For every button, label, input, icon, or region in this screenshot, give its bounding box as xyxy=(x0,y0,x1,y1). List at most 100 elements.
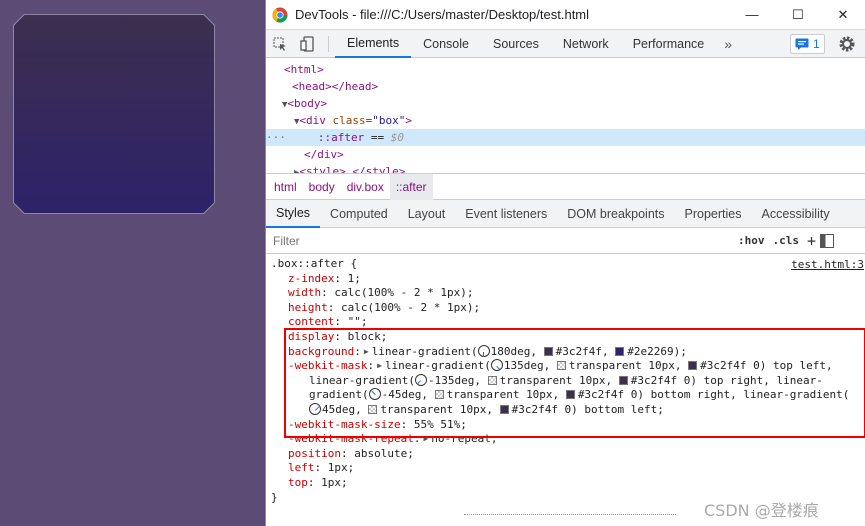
more-tabs-button[interactable]: » xyxy=(716,36,740,52)
expand-triangle-icon[interactable]: ▶ xyxy=(364,345,369,360)
color-swatch[interactable] xyxy=(487,375,497,385)
toolbar-divider xyxy=(328,35,329,52)
prop-name: position xyxy=(288,446,341,460)
node-text: <body> xyxy=(287,97,328,110)
inspect-icon[interactable] xyxy=(266,30,294,58)
decl-content[interactable]: content: ""; xyxy=(266,315,865,330)
page-viewport xyxy=(0,0,265,526)
decl-top[interactable]: top: 1px; xyxy=(266,476,865,491)
styles-filter-bar: Filter :hov .cls + xyxy=(266,228,865,254)
dom-node-style[interactable]: ▶<style>…</style> xyxy=(266,163,865,173)
color-swatch[interactable] xyxy=(615,346,625,356)
angle-icon[interactable] xyxy=(477,344,490,357)
decl-z-index[interactable]: z-index: 1; xyxy=(266,272,865,287)
node-eq: == xyxy=(364,131,391,144)
node-attr-name: class xyxy=(332,114,366,127)
minimize-icon: — xyxy=(745,7,759,22)
window-title: DevTools - file:///C:/Users/master/Deskt… xyxy=(295,7,590,22)
gradient-fn: linear-gradient( xyxy=(384,359,491,373)
color-swatch[interactable] xyxy=(618,375,628,385)
tab-styles[interactable]: Styles xyxy=(266,200,321,228)
color-swatch[interactable] xyxy=(434,390,444,400)
bottom-divider xyxy=(464,514,676,515)
decl-width[interactable]: width: calc(100% - 2 * 1px); xyxy=(266,286,865,301)
breadcrumb-body[interactable]: body xyxy=(303,174,341,200)
settings-button[interactable] xyxy=(838,35,856,56)
angle-icon[interactable] xyxy=(414,373,427,386)
prop-value: no-repeat; xyxy=(431,432,498,446)
decl-webkit-mask-repeat[interactable]: -webkit-mask-repeat: ▶ no-repeat; xyxy=(266,432,865,447)
source-link[interactable]: test.html:3 xyxy=(791,258,864,271)
prop-value: ""; xyxy=(340,315,368,329)
angle-icon[interactable] xyxy=(368,388,381,401)
decl-left[interactable]: left: 1px; xyxy=(266,461,865,476)
expand-triangle-icon[interactable]: ▶ xyxy=(377,359,382,374)
expand-triangle-icon[interactable]: ▶ xyxy=(423,432,428,447)
prop-value: 1px; xyxy=(321,461,355,475)
tab-dom-breakpoints[interactable]: DOM breakpoints xyxy=(557,200,674,228)
tab-properties[interactable]: Properties xyxy=(675,200,752,228)
tab-event-listeners[interactable]: Event listeners xyxy=(455,200,557,228)
maximize-button[interactable]: ☐ xyxy=(775,0,821,30)
rule-selector[interactable]: .box::after { xyxy=(266,257,865,272)
ellipsis-icon[interactable]: ··· xyxy=(266,131,286,144)
close-button[interactable]: ✕ xyxy=(821,0,865,30)
prop-name: top xyxy=(288,475,308,489)
color-swatch[interactable] xyxy=(368,404,378,414)
breadcrumb-html[interactable]: html xyxy=(268,174,303,200)
dom-node-div-close[interactable]: </div> xyxy=(266,146,865,163)
tab-layout[interactable]: Layout xyxy=(398,200,456,228)
tab-performance[interactable]: Performance xyxy=(621,30,717,58)
color-swatch[interactable] xyxy=(499,404,509,414)
angle-icon[interactable] xyxy=(490,359,503,372)
styles-pane: test.html:3 .box::after { z-index: 1; wi… xyxy=(266,254,865,506)
tab-network[interactable]: Network xyxy=(551,30,621,58)
dom-node-after-selected[interactable]: ···::after == $0 xyxy=(266,129,865,146)
tab-computed[interactable]: Computed xyxy=(320,200,398,228)
dom-tree: <html> <head></head> ▼<body> ▼<div class… xyxy=(266,58,865,174)
prop-name: -webkit-mask-repeat xyxy=(288,432,414,446)
color-swatch[interactable] xyxy=(543,346,553,356)
issues-icon xyxy=(795,38,809,50)
decl-webkit-mask-line2[interactable]: linear-gradient(-135deg, transparent 10p… xyxy=(266,373,865,389)
minimize-button[interactable]: — xyxy=(729,0,775,30)
color-swatch[interactable] xyxy=(688,361,698,371)
dom-node-div-box[interactable]: ▼<div class="box"> xyxy=(266,112,865,129)
decl-webkit-mask-size[interactable]: -webkit-mask-size: 55% 51%; xyxy=(266,418,865,433)
prop-name: content xyxy=(288,315,335,329)
decl-display[interactable]: display: block; xyxy=(266,330,865,345)
color-swatch[interactable] xyxy=(565,390,575,400)
maximize-icon: ☐ xyxy=(792,6,804,22)
decl-webkit-mask-line4[interactable]: 45deg, transparent 10px, #3c2f4f 0) bott… xyxy=(266,402,865,418)
device-toggle-icon[interactable] xyxy=(294,30,322,58)
angle-icon[interactable] xyxy=(309,402,321,415)
cls-button[interactable]: .cls xyxy=(773,234,800,247)
main-toolbar: Elements Console Sources Network Perform… xyxy=(266,30,865,58)
gradient-fn: gradient( xyxy=(309,388,369,402)
breadcrumb-after[interactable]: ::after xyxy=(389,173,433,200)
decl-background[interactable]: background: ▶ linear-gradient(180deg, #3c2… xyxy=(266,344,865,360)
prop-value: calc(100% - 2 * 1px); xyxy=(334,300,481,314)
new-rule-button[interactable]: + xyxy=(807,232,816,250)
prop-name: width xyxy=(288,286,322,300)
dom-node-body[interactable]: ▼<body> xyxy=(266,95,865,112)
decl-height[interactable]: height: calc(100% - 2 * 1px); xyxy=(266,301,865,316)
filter-input[interactable]: Filter xyxy=(273,234,738,248)
breadcrumb-div-box[interactable]: div.box xyxy=(341,174,390,200)
hov-button[interactable]: :hov xyxy=(738,234,765,247)
decl-position[interactable]: position: absolute; xyxy=(266,447,865,462)
gear-icon xyxy=(839,36,855,52)
tab-console[interactable]: Console xyxy=(411,30,481,58)
prop-value: absolute; xyxy=(347,446,414,460)
dom-node-head[interactable]: <head></head> xyxy=(266,78,865,95)
mask-stop: #3c2f4f 0) bottom right, linear-gradient… xyxy=(577,388,850,402)
color-swatch[interactable] xyxy=(556,361,566,371)
tab-elements[interactable]: Elements xyxy=(335,30,412,58)
dom-node-html[interactable]: <html> xyxy=(266,61,865,78)
issues-button[interactable]: 1 xyxy=(790,34,825,54)
decl-webkit-mask[interactable]: -webkit-mask: ▶ linear-gradient(135deg, tr… xyxy=(266,359,865,374)
tab-sources[interactable]: Sources xyxy=(481,30,551,58)
tab-accessibility[interactable]: Accessibility xyxy=(752,200,840,228)
toggle-sidebar-icon[interactable] xyxy=(820,233,835,248)
decl-webkit-mask-line3[interactable]: gradient(-45deg, transparent 10px, #3c2f… xyxy=(266,388,865,403)
